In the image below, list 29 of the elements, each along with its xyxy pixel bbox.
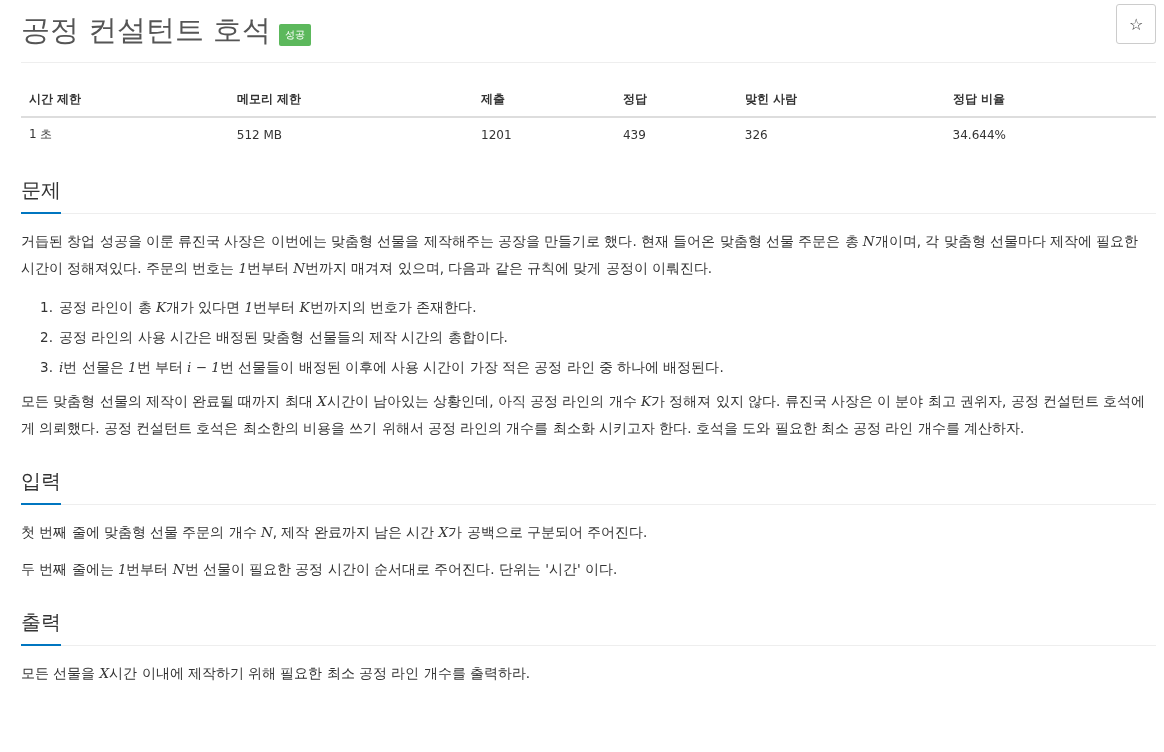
table-cell: 326: [736, 117, 945, 151]
column-header: 메모리 제한: [228, 83, 474, 117]
section-heading: 입력: [21, 468, 61, 505]
table-cell: 34.644%: [944, 117, 1156, 151]
section-heading: 문제: [21, 177, 61, 214]
list-item: 공정 라인의 사용 시간은 배정된 맞춤형 선물들의 제작 시간의 총합이다.: [59, 328, 508, 347]
section-heading: 출력: [21, 609, 61, 646]
paragraph: 모든 맞춤형 선물의 제작이 완료될 때까지 최대 X시간이 남아있는 상황인데, 아직 공정 라인의 개수 K가 정해져 있지 않다. 류진국 사장은 이 분야 최고 권위자, 공정 컨설턴트 호석에게 의뢰했다. 공정 컨설턴트 호석은 최소한의 비용을 쓰기 위해서 공정 라인의 개수를 최소화 시키고자 한다. 호석을 도와 필요한 최소 공정 라인 개수를 계산하자.: [21, 392, 1147, 438]
problem-title: 공정 컨설턴트 호석: [21, 12, 272, 49]
list-item: i번 선물은 1 번 부터 i − 1 번 선물들이 배정된 이후에 사용 시간이 가장 적은 공정 라인 중 하나에 배정된다.: [59, 358, 724, 377]
star-button[interactable]: ☆: [1116, 4, 1156, 44]
column-header: 정답: [614, 83, 737, 117]
column-header: 제출: [473, 83, 615, 117]
table-cell: 1 초: [21, 117, 229, 151]
list-number: 1.: [39, 298, 53, 317]
paragraph: 두 번째 줄에는 1 번부터 N번 선물이 필요한 공정 시간이 순서대로 주어진다. 단위는 '시간' 이다.: [21, 560, 619, 579]
table-cell: 512 MB: [228, 117, 474, 151]
column-header: 정답 비율: [944, 83, 1156, 117]
list-item: 공정 라인이 총 K개가 있다면 1 번부터 K번까지의 번호가 존재한다.: [59, 298, 477, 317]
paragraph: 거듭된 창업 성공을 이룬 류진국 사장은 이번에는 맞춤형 선물을 제작해주는 공장을 만들기로 했다. 현재 들어온 맞춤형 선물 주문은 총 N개이며, 각 맞춤형 선물마다 제작에 필요한 시간이 정해져있다. 주문의 번호는 1 번부터 N번까지 매겨져 있으며, 다음과 같은 규칙에 맞게 공정이 이뤄진다.: [21, 232, 1140, 278]
column-header: 맞힌 사람: [736, 83, 945, 117]
table-cell: 1201: [473, 117, 615, 151]
list-number: 3.: [39, 358, 53, 377]
column-header: 시간 제한: [21, 83, 229, 117]
list-number: 2.: [39, 328, 53, 347]
paragraph: 모든 선물을 X시간 이내에 제작하기 위해 필요한 최소 공정 라인 개수를 출력하라.: [21, 664, 532, 683]
status-badge: 성공: [279, 24, 312, 46]
paragraph: 첫 번째 줄에 맞춤형 선물 주문의 개수 N, 제작 완료까지 남은 시간 X가 공백으로 구분되어 주어진다.: [21, 523, 649, 542]
table-cell: 439: [614, 117, 737, 151]
